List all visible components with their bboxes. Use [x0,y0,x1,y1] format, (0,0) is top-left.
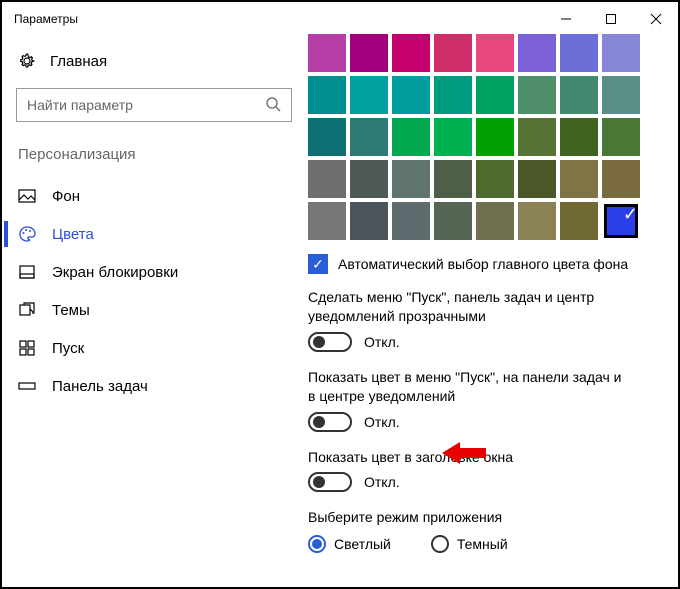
color-swatch[interactable] [518,76,556,114]
color-swatch[interactable] [602,118,640,156]
transparency-label: Сделать меню "Пуск", панель задач и цент… [308,288,628,326]
color-swatch[interactable] [560,76,598,114]
mode-dark-radio[interactable]: Темный [431,535,508,553]
titlebar: Параметры [4,4,678,34]
mode-light-radio[interactable]: Светлый [308,535,391,553]
search-icon [265,96,281,115]
sidebar-item-themes[interactable]: Темы [4,291,304,329]
picture-icon [18,187,36,205]
show-color-start-label: Показать цвет в меню "Пуск", на панели з… [308,368,628,406]
show-color-start-toggle[interactable] [308,412,352,432]
color-swatch[interactable] [350,118,388,156]
palette-icon [18,225,36,243]
home-nav[interactable]: Главная [4,44,304,78]
color-swatch[interactable] [476,34,514,72]
color-swatch[interactable]: ✓ [602,202,640,240]
sidebar-item-label: Экран блокировки [52,264,178,281]
sidebar-item-label: Панель задач [52,378,148,395]
color-swatch[interactable] [476,76,514,114]
color-swatch[interactable] [392,76,430,114]
color-swatch[interactable] [602,160,640,198]
start-icon [18,339,36,357]
mode-light-label: Светлый [334,536,391,552]
color-swatch[interactable] [434,76,472,114]
sidebar-item-label: Фон [52,188,80,205]
settings-window: Параметры Главная Найти параметр Персона… [4,4,678,587]
color-swatch[interactable] [602,76,640,114]
color-swatch[interactable] [560,202,598,240]
color-swatch[interactable] [518,34,556,72]
window-title: Параметры [14,12,78,26]
themes-icon [18,301,36,319]
color-swatch[interactable] [560,160,598,198]
color-swatch[interactable] [392,34,430,72]
sidebar-item-colors[interactable]: Цвета [4,215,304,253]
check-icon: ✓ [623,204,638,225]
show-color-title-state: Откл. [364,474,400,490]
color-swatch[interactable] [434,34,472,72]
content-pane: ✓ ✓ Автоматический выбор главного цвета … [304,34,678,587]
sidebar-item-lockscreen[interactable]: Экран блокировки [4,253,304,291]
color-swatch[interactable] [308,202,346,240]
sidebar-item-start[interactable]: Пуск [4,329,304,367]
color-swatch[interactable] [476,160,514,198]
color-swatch[interactable] [350,76,388,114]
color-swatch[interactable] [392,160,430,198]
color-swatch[interactable] [560,34,598,72]
show-color-start-state: Откл. [364,414,400,430]
app-mode-label: Выберите режим приложения [308,508,628,527]
auto-accent-label: Автоматический выбор главного цвета фона [338,256,628,272]
transparency-state: Откл. [364,334,400,350]
search-input[interactable]: Найти параметр [16,88,292,122]
home-label: Главная [50,53,107,70]
color-swatch[interactable] [434,118,472,156]
color-swatch[interactable] [308,34,346,72]
color-swatch[interactable] [350,34,388,72]
color-swatch[interactable] [350,160,388,198]
sidebar-item-taskbar[interactable]: Панель задач [4,367,304,405]
maximize-button[interactable] [588,4,633,34]
color-swatch[interactable] [518,118,556,156]
transparency-toggle[interactable] [308,332,352,352]
color-swatch[interactable] [350,202,388,240]
show-color-title-toggle[interactable] [308,472,352,492]
color-swatch[interactable] [308,76,346,114]
color-swatch[interactable] [434,202,472,240]
color-swatch[interactable] [518,202,556,240]
checkbox-icon: ✓ [308,254,328,274]
color-swatch[interactable] [392,202,430,240]
color-swatch[interactable] [308,118,346,156]
sidebar-item-label: Пуск [52,340,84,357]
sidebar-item-label: Темы [52,302,90,319]
sidebar-item-background[interactable]: Фон [4,177,304,215]
search-placeholder: Найти параметр [27,97,133,113]
gear-icon [18,52,36,70]
sidebar: Главная Найти параметр Персонализация Фо… [4,34,304,587]
color-swatch[interactable] [392,118,430,156]
color-swatch[interactable] [308,160,346,198]
color-swatch[interactable] [560,118,598,156]
color-swatch[interactable] [476,118,514,156]
color-swatch[interactable] [476,202,514,240]
color-swatch[interactable] [518,160,556,198]
minimize-button[interactable] [543,4,588,34]
annotation-arrow-icon [442,440,486,466]
mode-dark-label: Темный [457,536,508,552]
section-header: Персонализация [4,140,304,171]
lockscreen-icon [18,263,36,281]
taskbar-icon [18,377,36,395]
color-palette: ✓ [308,34,664,240]
sidebar-item-label: Цвета [52,226,94,243]
auto-accent-checkbox[interactable]: ✓ Автоматический выбор главного цвета фо… [308,254,664,274]
close-button[interactable] [633,4,678,34]
color-swatch[interactable] [602,34,640,72]
color-swatch[interactable] [434,160,472,198]
